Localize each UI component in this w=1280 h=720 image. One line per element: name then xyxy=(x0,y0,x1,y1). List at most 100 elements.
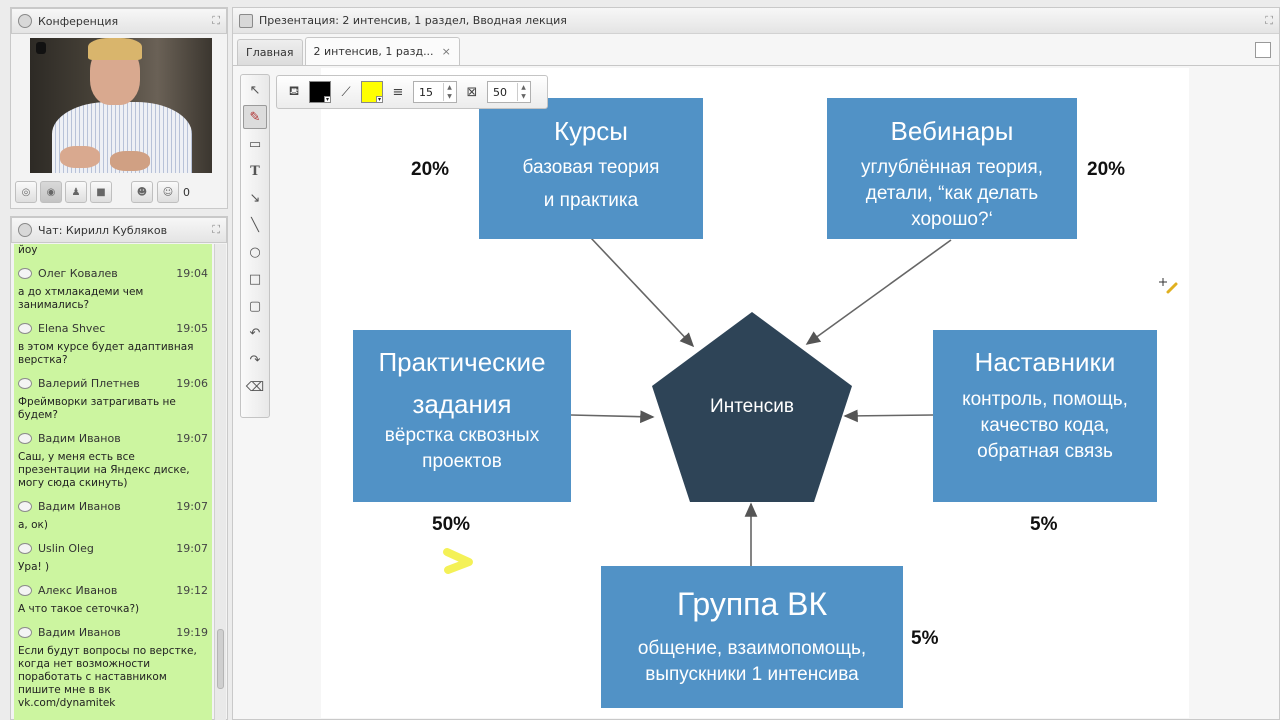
chat-bubble-icon xyxy=(18,626,32,638)
tab-presentation[interactable]: 2 интенсив, 1 разд... × xyxy=(304,37,460,65)
chat-message-header: Вадим Иванов 19:07 xyxy=(18,495,208,517)
chat-message-header: Олег Ковалев 19:04 xyxy=(18,262,208,284)
participants-group: ☻ ☺ 0 xyxy=(131,181,190,203)
undo-icon[interactable]: ↶ xyxy=(243,321,267,345)
box-subtitle: и практика xyxy=(543,190,639,211)
percent-webinars: 20% xyxy=(1087,159,1126,180)
conference-header: Конференция ⛶ xyxy=(11,8,227,34)
conference-panel: Конференция ⛶ ◎ ◉ ♟ ■ ☻ ☺ 0 xyxy=(10,7,228,209)
stroke-color-picker[interactable]: ▾ xyxy=(309,81,331,103)
chat-header: Чат: Кирилл Кубляков ⛶ xyxy=(11,217,227,243)
line-width-icon: ≡ xyxy=(392,84,404,100)
chat-message-text: в этом курсе будет адаптивная верстка? xyxy=(18,341,194,366)
pin-icon[interactable]: ⛶ xyxy=(212,223,220,237)
stepper-arrows-icon[interactable]: ▲ ▼ xyxy=(517,83,529,101)
brush-icon[interactable]: ⟋ xyxy=(337,83,355,101)
chat-message-header: Uslin Oleg 19:07 xyxy=(18,537,208,559)
microphone-toggle-icon[interactable]: ♟ xyxy=(65,181,87,203)
chat-scrollbar-thumb[interactable] xyxy=(217,629,224,689)
settings-icon[interactable]: ◎ xyxy=(15,181,37,203)
webcam-video xyxy=(30,38,212,173)
rounded-rect-icon[interactable]: ▢ xyxy=(243,294,267,318)
chat-message-text: Если будут вопросы по верстке, когда нет… xyxy=(18,645,197,709)
chat-bubble-icon xyxy=(18,267,32,279)
cursor-pencil-icon xyxy=(1166,282,1178,294)
left-column: Конференция ⛶ ◎ ◉ ♟ ■ ☻ ☺ 0 Чат: Кирилл … xyxy=(10,7,228,720)
stop-icon[interactable]: ■ xyxy=(90,181,112,203)
chat-scrollbar[interactable] xyxy=(214,244,226,720)
chat-panel: Чат: Кирилл Кубляков ⛶ йоу Олег Ковалев 1… xyxy=(10,216,228,720)
percent-vk-group: 5% xyxy=(911,628,939,649)
chat-bubble-icon xyxy=(18,432,32,444)
box-title: задания xyxy=(412,389,512,419)
box-subtitle: качество кода, xyxy=(980,415,1110,436)
fill-color-picker[interactable]: ▾ xyxy=(361,81,383,103)
square-icon[interactable]: □ xyxy=(243,267,267,291)
percent-courses: 20% xyxy=(411,159,450,180)
chat-author[interactable]: Вадим Иванов xyxy=(38,500,121,513)
chat-time: 19:19 xyxy=(176,625,208,639)
chat-author[interactable]: Олег Ковалев xyxy=(38,267,118,280)
chat-title: Чат: Кирилл Кубляков xyxy=(38,223,168,237)
rectangle-icon[interactable]: ▭ xyxy=(243,132,267,156)
drawing-options-bar: ⛾ ▾ ⟋ ▾ ≡ 15 ▲ ▼ ⊠ 50 ▲ ▼ xyxy=(276,75,548,109)
percent-practice: 50% xyxy=(432,514,471,535)
line-icon[interactable]: ╲ xyxy=(243,213,267,237)
box-subtitle: углублённая теория, xyxy=(861,157,1043,178)
box-mentors: Наставники контроль, помощь, качество ко… xyxy=(933,330,1157,502)
redo-icon[interactable]: ↷ xyxy=(243,348,267,372)
box-subtitle: обратная связь xyxy=(977,441,1113,462)
camera-toggle-icon[interactable]: ◉ xyxy=(40,181,62,203)
chat-author[interactable]: Uslin Oleg xyxy=(38,542,94,555)
participant-count: 0 xyxy=(183,185,190,199)
presentation-header: Презентация: 2 интенсив, 1 раздел, Вводн… xyxy=(233,8,1279,34)
chat-message-list[interactable]: йоу Олег Ковалев 19:04 а до хтмлакадеми че… xyxy=(14,244,212,720)
box-subtitle: хорошо?‘ xyxy=(911,209,993,230)
fill-bucket-icon[interactable]: ⛾ xyxy=(285,83,303,101)
chat-message-text: Фреймворки затрагивать не будем? xyxy=(18,396,176,421)
tab-home[interactable]: Главная xyxy=(237,39,303,65)
eraser-icon[interactable]: ⌫ xyxy=(243,375,267,399)
pointer-icon[interactable]: ↖ xyxy=(243,78,267,102)
tab-label: Главная xyxy=(246,46,294,59)
panel-menu-icon[interactable] xyxy=(1255,42,1271,58)
opacity-stepper[interactable]: 50 ▲ ▼ xyxy=(487,81,531,103)
pin-icon[interactable]: ⛶ xyxy=(1265,14,1273,28)
webcam-icon xyxy=(18,14,32,28)
box-subtitle: детали, “как делать xyxy=(865,183,1039,204)
box-webinars: Вебинары углублённая теория, детали, “ка… xyxy=(827,98,1077,239)
opacity-icon: ⊠ xyxy=(466,84,478,100)
chat-message-header: Вадим Иванов 19:19 xyxy=(18,621,208,643)
stroke-width-stepper[interactable]: 15 ▲ ▼ xyxy=(413,81,457,103)
chat-message-header: Elena Shvec 19:05 xyxy=(18,317,208,339)
box-title: Вебинары xyxy=(890,116,1014,146)
chat-author[interactable]: Вадим Иванов xyxy=(38,626,121,639)
chat-time: 19:07 xyxy=(176,541,208,555)
video-speaker-hair xyxy=(88,38,142,60)
slide-canvas[interactable]: Интенсив Курсы базовая теория и практика… xyxy=(321,68,1189,718)
text-icon[interactable]: T xyxy=(243,159,267,183)
ellipse-icon[interactable]: ○ xyxy=(243,240,267,264)
chevron-down-icon: ▾ xyxy=(376,96,383,103)
stepper-arrows-icon[interactable]: ▲ ▼ xyxy=(443,83,455,101)
box-subtitle: проектов xyxy=(422,451,502,472)
arrow-icon[interactable]: ↘ xyxy=(243,186,267,210)
chat-author[interactable]: Валерий Плетнев xyxy=(38,377,140,390)
highlight-pointer xyxy=(443,548,473,574)
box-subtitle: выпускники 1 интенсива xyxy=(645,664,859,685)
chat-time: 19:07 xyxy=(176,499,208,513)
participants-icon[interactable]: ☻ xyxy=(131,181,153,203)
chat-time: 19:05 xyxy=(176,321,208,335)
pin-icon[interactable]: ⛶ xyxy=(212,14,220,28)
pen-icon[interactable]: ✎ xyxy=(243,105,267,129)
microphone-icon xyxy=(36,42,46,54)
chat-message-text: А что такое сеточка?) xyxy=(18,603,140,615)
box-title: Наставники xyxy=(974,347,1116,377)
chat-author[interactable]: Вадим Иванов xyxy=(38,432,121,445)
close-tab-icon[interactable]: × xyxy=(442,45,451,58)
chat-author[interactable]: Elena Shvec xyxy=(38,322,105,335)
add-participant-icon[interactable]: ☺ xyxy=(157,181,179,203)
chat-icon xyxy=(18,223,32,237)
chat-author[interactable]: Алекс Иванов xyxy=(38,584,117,597)
box-title: Курсы xyxy=(553,116,628,146)
